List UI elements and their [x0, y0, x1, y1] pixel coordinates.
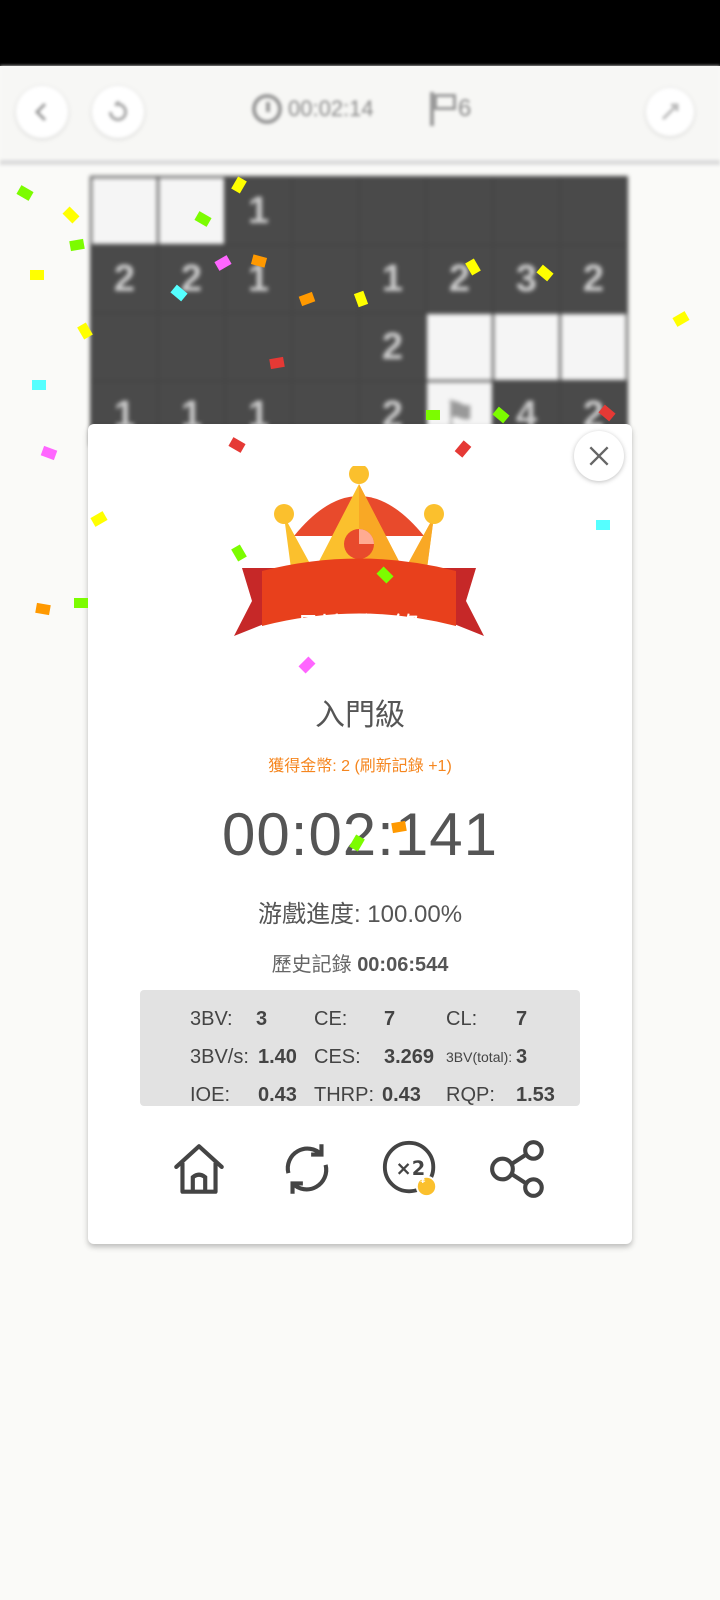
confetti-piece	[74, 598, 88, 608]
home-icon	[174, 1144, 224, 1194]
board-cell[interactable]	[427, 314, 492, 380]
board-cell[interactable]	[293, 314, 358, 380]
board-cell[interactable]: 2	[92, 246, 157, 312]
difficulty-level: 入門級	[315, 699, 405, 732]
double-coins-icon: ×2	[382, 1140, 438, 1198]
stat-label: 3BV(total):	[446, 1049, 513, 1065]
timer-value: 00:02:14	[288, 96, 374, 121]
coins-earned: 獲得金幣: 2 (刷新記錄 +1)	[268, 758, 452, 775]
stat-value: 1.53	[516, 1084, 555, 1106]
board-cell[interactable]	[561, 314, 626, 380]
flag-icon	[430, 92, 456, 126]
board-cell[interactable]	[360, 178, 425, 244]
stat-label: RQP:	[446, 1084, 495, 1106]
board-cell[interactable]: 2	[427, 246, 492, 312]
board-cell[interactable]	[561, 178, 626, 244]
flag-count: 6	[458, 95, 472, 122]
replay-button[interactable]	[272, 1134, 342, 1204]
confetti-piece	[35, 602, 51, 616]
game-timer: 00:02:14	[252, 94, 374, 124]
stat-value: 7	[516, 1008, 528, 1030]
stat-value: 7	[384, 1008, 396, 1030]
stat-value: 1.40	[258, 1046, 297, 1068]
action-bar: ×2 ¥	[88, 1134, 632, 1214]
progress-value: 100.00%	[367, 901, 463, 928]
confetti-piece	[596, 520, 610, 530]
history-label: 歷史記錄	[271, 954, 352, 976]
stat-label: IOE:	[190, 1084, 231, 1106]
confetti-piece	[16, 185, 34, 201]
board-cell[interactable]: 2	[360, 314, 425, 380]
board-cell[interactable]: 1	[360, 246, 425, 312]
restart-icon	[108, 101, 128, 122]
confetti-piece	[672, 311, 690, 327]
completion-time: 00:02:141	[222, 801, 498, 868]
share-button[interactable]	[484, 1134, 554, 1204]
stat-label: 3BV:	[190, 1008, 233, 1030]
board-cell[interactable]	[226, 314, 291, 380]
coin-badge: ¥	[420, 1175, 426, 1186]
stat-label: 3BV/s:	[190, 1046, 249, 1068]
history-value: 00:06:544	[357, 954, 449, 976]
board-cell[interactable]	[159, 178, 224, 244]
stat-label: CES:	[314, 1046, 361, 1068]
game-progress: 游戲進度: 100.00%	[88, 894, 632, 929]
board-cell[interactable]	[494, 314, 559, 380]
stat-label: THRP:	[314, 1084, 374, 1106]
back-button[interactable]	[16, 86, 68, 138]
confetti-piece	[30, 270, 44, 280]
restart-icon	[285, 1144, 329, 1194]
settings-icon	[661, 103, 679, 121]
confetti-piece	[426, 410, 440, 420]
board-cell[interactable]	[293, 178, 358, 244]
stat-value: 0.43	[382, 1084, 421, 1106]
clock-icon	[252, 94, 282, 124]
board-cell[interactable]	[494, 178, 559, 244]
confetti-piece	[32, 380, 46, 390]
history-record: 歷史記錄 00:06:544	[88, 948, 632, 977]
record-banner-title: 刷新記錄	[298, 613, 422, 646]
game-toolbar: 00:02:14 6	[0, 66, 720, 165]
restart-button[interactable]	[92, 86, 144, 138]
status-bar	[0, 0, 720, 66]
board-cell[interactable]	[159, 314, 224, 380]
flag-counter: 6	[430, 92, 471, 126]
board-cell[interactable]: 2	[159, 246, 224, 312]
confetti-piece	[62, 206, 80, 224]
stat-value: 3	[516, 1046, 528, 1068]
board-cell[interactable]: 2	[561, 246, 626, 312]
stats-panel: 3BV: 3 CE: 7 CL: 7 3BV/s: 1.40 CES: 3.26…	[140, 990, 580, 1106]
minesweeper-board[interactable]: 1 2 2 1 1 2 3 2 2 1 1 1 2 ⚑ 4 2	[90, 176, 628, 448]
stat-label: CE:	[314, 1008, 348, 1030]
chevron-left-icon	[34, 102, 47, 122]
close-icon	[589, 446, 609, 466]
stat-value: 3.269	[384, 1046, 435, 1068]
stat-value: 3	[256, 1008, 268, 1030]
board-cell[interactable]: 3	[494, 246, 559, 312]
stat-value: 0.43	[258, 1084, 297, 1106]
home-button[interactable]	[164, 1134, 234, 1204]
board-cell[interactable]	[427, 178, 492, 244]
board-cell[interactable]	[92, 314, 157, 380]
double-coins-button[interactable]: ×2 ¥	[376, 1134, 446, 1204]
stat-label: CL:	[446, 1008, 478, 1030]
confetti-piece	[69, 238, 85, 252]
settings-button[interactable]	[646, 88, 694, 136]
progress-label: 游戲進度:	[257, 901, 361, 928]
close-button[interactable]	[574, 431, 624, 481]
confetti-piece	[40, 445, 58, 461]
share-icon	[490, 1140, 544, 1198]
board-cell[interactable]	[92, 178, 157, 244]
